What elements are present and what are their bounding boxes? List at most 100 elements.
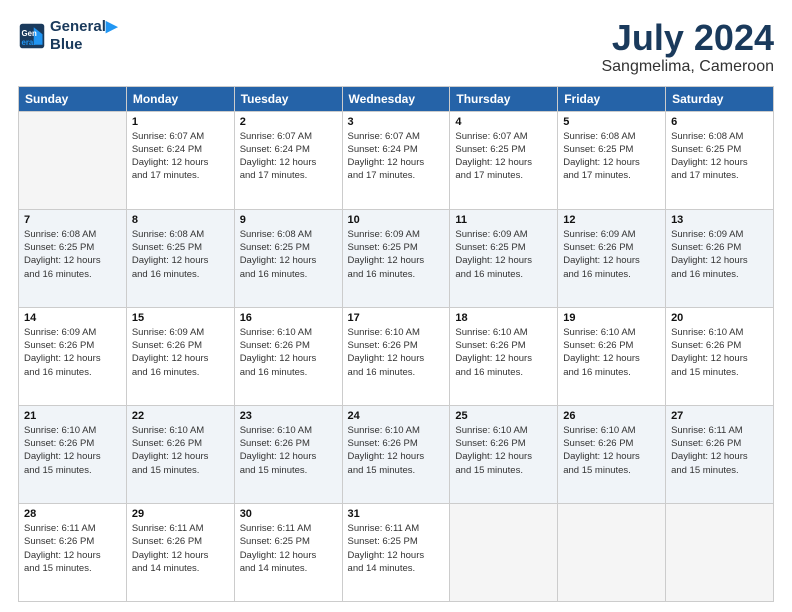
calendar-cell: 27 Sunrise: 6:11 AM Sunset: 6:26 PM Dayli… [666,405,774,503]
day-number: 9 [240,214,337,226]
day-info: Sunrise: 6:07 AM Sunset: 6:25 PM Dayligh… [455,130,552,183]
weekday-header: Friday [558,86,666,111]
calendar-cell: 12Sunrise: 6:09 AM Sunset: 6:26 PM Dayli… [558,209,666,307]
calendar-cell [450,503,558,601]
weekday-header: Sunday [19,86,127,111]
calendar-cell: 13 Sunrise: 6:09 AM Sunset: 6:26 PM Dayli… [666,209,774,307]
day-number: 5 [563,116,660,128]
day-info: Sunrise: 6:10 AM Sunset: 6:26 PM Dayligh… [24,424,121,477]
day-number: 4 [455,116,552,128]
calendar-cell: 1 Sunrise: 6:07 AM Sunset: 6:24 PM Daylig… [126,111,234,209]
day-number: 22 [132,410,229,422]
day-number: 31 [348,508,445,520]
calendar-week-row: 21 Sunrise: 6:10 AM Sunset: 6:26 PM Dayli… [19,405,774,503]
title-block: July 2024 Sangmelima, Cameroon [601,18,774,76]
day-info: Sunrise: 6:09 AM Sunset: 6:26 PM Dayligh… [132,326,229,379]
calendar-cell: 18Sunrise: 6:10 AM Sunset: 6:26 PM Dayli… [450,307,558,405]
calendar-cell: 8 Sunrise: 6:08 AM Sunset: 6:25 PM Daylig… [126,209,234,307]
calendar-cell: 16 Sunrise: 6:10 AM Sunset: 6:26 PM Dayli… [234,307,342,405]
logo-icon: Gen eral [18,22,46,50]
day-info: Sunrise: 6:09 AM Sunset: 6:25 PM Dayligh… [348,228,445,281]
calendar-week-row: 7 Sunrise: 6:08 AM Sunset: 6:25 PM Daylig… [19,209,774,307]
weekday-header: Thursday [450,86,558,111]
calendar-cell: 11Sunrise: 6:09 AM Sunset: 6:25 PM Dayli… [450,209,558,307]
day-info: Sunrise: 6:08 AM Sunset: 6:25 PM Dayligh… [240,228,337,281]
day-number: 17 [348,312,445,324]
calendar-cell: 30 Sunrise: 6:11 AM Sunset: 6:25 PM Dayli… [234,503,342,601]
page: Gen eral General▶ Blue July 2024 Sangmel… [0,0,792,612]
calendar-cell: 2 Sunrise: 6:07 AM Sunset: 6:24 PM Daylig… [234,111,342,209]
logo: Gen eral General▶ Blue [18,18,117,54]
day-info: Sunrise: 6:09 AM Sunset: 6:26 PM Dayligh… [671,228,768,281]
day-info: Sunrise: 6:11 AM Sunset: 6:26 PM Dayligh… [671,424,768,477]
calendar-cell: 3Sunrise: 6:07 AM Sunset: 6:24 PM Daylig… [342,111,450,209]
day-number: 11 [455,214,552,226]
day-info: Sunrise: 6:10 AM Sunset: 6:26 PM Dayligh… [240,326,337,379]
day-info: Sunrise: 6:08 AM Sunset: 6:25 PM Dayligh… [563,130,660,183]
day-info: Sunrise: 6:10 AM Sunset: 6:26 PM Dayligh… [240,424,337,477]
day-number: 7 [24,214,121,226]
day-number: 13 [671,214,768,226]
calendar-cell: 14 Sunrise: 6:09 AM Sunset: 6:26 PM Dayli… [19,307,127,405]
weekday-header: Tuesday [234,86,342,111]
calendar-cell: 17Sunrise: 6:10 AM Sunset: 6:26 PM Dayli… [342,307,450,405]
day-info: Sunrise: 6:07 AM Sunset: 6:24 PM Dayligh… [240,130,337,183]
day-info: Sunrise: 6:08 AM Sunset: 6:25 PM Dayligh… [132,228,229,281]
day-number: 29 [132,508,229,520]
day-number: 19 [563,312,660,324]
day-info: Sunrise: 6:11 AM Sunset: 6:26 PM Dayligh… [24,522,121,575]
weekday-header: Monday [126,86,234,111]
calendar-cell: 5 Sunrise: 6:08 AM Sunset: 6:25 PM Daylig… [558,111,666,209]
day-number: 30 [240,508,337,520]
day-info: Sunrise: 6:08 AM Sunset: 6:25 PM Dayligh… [24,228,121,281]
calendar-cell: 7 Sunrise: 6:08 AM Sunset: 6:25 PM Daylig… [19,209,127,307]
day-number: 8 [132,214,229,226]
day-info: Sunrise: 6:11 AM Sunset: 6:25 PM Dayligh… [240,522,337,575]
logo-text: General▶ Blue [50,18,117,54]
calendar-week-row: 1 Sunrise: 6:07 AM Sunset: 6:24 PM Daylig… [19,111,774,209]
weekday-header: Saturday [666,86,774,111]
calendar-cell: 29 Sunrise: 6:11 AM Sunset: 6:26 PM Dayli… [126,503,234,601]
day-number: 14 [24,312,121,324]
calendar-cell: 22 Sunrise: 6:10 AM Sunset: 6:26 PM Dayli… [126,405,234,503]
day-number: 1 [132,116,229,128]
day-number: 20 [671,312,768,324]
day-number: 23 [240,410,337,422]
calendar-cell: 28Sunrise: 6:11 AM Sunset: 6:26 PM Dayli… [19,503,127,601]
day-number: 10 [348,214,445,226]
day-number: 25 [455,410,552,422]
day-number: 2 [240,116,337,128]
day-info: Sunrise: 6:10 AM Sunset: 6:26 PM Dayligh… [455,424,552,477]
day-info: Sunrise: 6:07 AM Sunset: 6:24 PM Dayligh… [348,130,445,183]
day-info: Sunrise: 6:11 AM Sunset: 6:26 PM Dayligh… [132,522,229,575]
day-info: Sunrise: 6:07 AM Sunset: 6:24 PM Dayligh… [132,130,229,183]
calendar-week-row: 28Sunrise: 6:11 AM Sunset: 6:26 PM Dayli… [19,503,774,601]
calendar-cell: 20Sunrise: 6:10 AM Sunset: 6:26 PM Dayli… [666,307,774,405]
calendar-cell: 23 Sunrise: 6:10 AM Sunset: 6:26 PM Dayli… [234,405,342,503]
day-info: Sunrise: 6:10 AM Sunset: 6:26 PM Dayligh… [455,326,552,379]
calendar-cell [558,503,666,601]
calendar-cell: 26 Sunrise: 6:10 AM Sunset: 6:26 PM Dayli… [558,405,666,503]
calendar-header-row: SundayMondayTuesdayWednesdayThursdayFrid… [19,86,774,111]
calendar-cell: 9 Sunrise: 6:08 AM Sunset: 6:25 PM Daylig… [234,209,342,307]
day-number: 6 [671,116,768,128]
calendar-cell [666,503,774,601]
day-info: Sunrise: 6:10 AM Sunset: 6:26 PM Dayligh… [132,424,229,477]
day-number: 16 [240,312,337,324]
day-number: 26 [563,410,660,422]
day-info: Sunrise: 6:09 AM Sunset: 6:26 PM Dayligh… [24,326,121,379]
day-info: Sunrise: 6:10 AM Sunset: 6:26 PM Dayligh… [348,424,445,477]
day-number: 24 [348,410,445,422]
calendar-cell: 31 Sunrise: 6:11 AM Sunset: 6:25 PM Dayli… [342,503,450,601]
day-info: Sunrise: 6:10 AM Sunset: 6:26 PM Dayligh… [563,424,660,477]
day-number: 27 [671,410,768,422]
day-info: Sunrise: 6:09 AM Sunset: 6:26 PM Dayligh… [563,228,660,281]
day-number: 15 [132,312,229,324]
calendar-cell: 24 Sunrise: 6:10 AM Sunset: 6:26 PM Dayli… [342,405,450,503]
calendar-cell: 4 Sunrise: 6:07 AM Sunset: 6:25 PM Daylig… [450,111,558,209]
main-title: July 2024 [601,18,774,58]
day-number: 21 [24,410,121,422]
weekday-header: Wednesday [342,86,450,111]
header: Gen eral General▶ Blue July 2024 Sangmel… [18,18,774,76]
day-info: Sunrise: 6:11 AM Sunset: 6:25 PM Dayligh… [348,522,445,575]
